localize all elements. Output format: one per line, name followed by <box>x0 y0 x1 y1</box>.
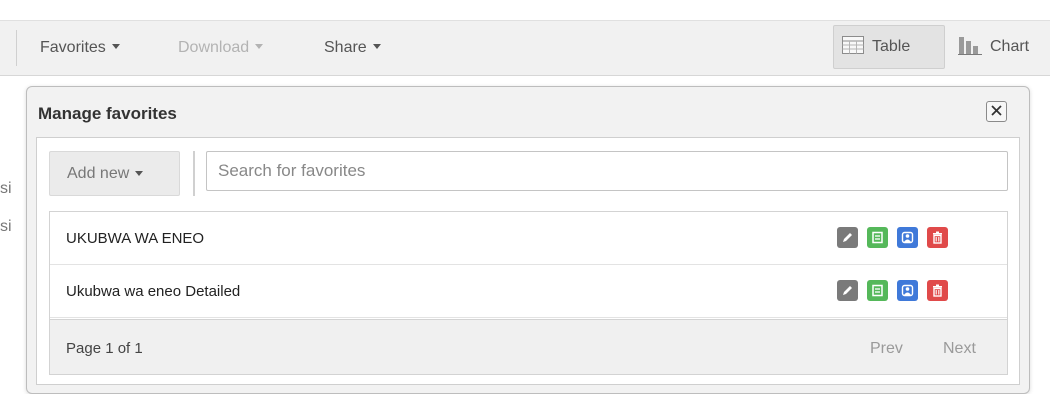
pagination-bar: Page 1 of 1 Prev Next <box>50 319 1007 374</box>
prev-page-link[interactable]: Prev <box>870 340 903 358</box>
row-actions <box>837 280 948 301</box>
app-page: Favorites Download Share Table Chart si … <box>0 0 1050 394</box>
toolbar-divider <box>16 30 17 66</box>
table-icon <box>842 35 864 59</box>
download-menu[interactable]: Download <box>178 39 264 57</box>
favorites-menu[interactable]: Favorites <box>40 39 120 57</box>
search-input[interactable] <box>206 151 1008 191</box>
favorites-list: UKUBWA WA ENEO Ukubwa wa eneo Detailed P… <box>49 211 1008 375</box>
close-icon <box>991 103 1002 121</box>
edit-icon[interactable] <box>837 227 858 248</box>
report-icon[interactable] <box>867 280 888 301</box>
delete-icon[interactable] <box>927 280 948 301</box>
favorite-name: UKUBWA WA ENEO <box>66 230 205 247</box>
page-info: Page 1 of 1 <box>66 340 143 357</box>
chart-view-button[interactable]: Chart <box>950 25 1050 69</box>
edit-icon[interactable] <box>837 280 858 301</box>
list-item[interactable]: Ukubwa wa eneo Detailed <box>50 265 1007 318</box>
table-view-label: Table <box>872 38 911 55</box>
share-menu[interactable]: Share <box>324 39 381 57</box>
add-new-label: Add new <box>67 164 130 182</box>
chevron-down-icon <box>111 44 120 49</box>
favorite-name: Ukubwa wa eneo Detailed <box>66 283 241 300</box>
share-menu-label: Share <box>324 39 367 56</box>
next-page-link[interactable]: Next <box>943 340 976 358</box>
download-menu-label: Download <box>178 39 250 56</box>
close-button[interactable] <box>986 101 1007 122</box>
row-actions <box>837 227 948 248</box>
background-text: si <box>0 218 12 235</box>
chevron-down-icon <box>135 171 144 176</box>
table-view-button[interactable]: Table <box>833 25 945 69</box>
delete-icon[interactable] <box>927 227 948 248</box>
share-user-icon[interactable] <box>897 227 918 248</box>
chart-view-label: Chart <box>990 38 1030 55</box>
report-icon[interactable] <box>867 227 888 248</box>
manage-favorites-dialog: Manage favorites Add new UKUBWA WA ENEO <box>26 86 1030 394</box>
chevron-down-icon <box>255 44 264 49</box>
chart-icon <box>958 35 982 60</box>
dialog-title: Manage favorites <box>38 104 177 123</box>
list-item[interactable]: UKUBWA WA ENEO <box>50 212 1007 265</box>
background-text: si <box>0 180 12 197</box>
share-user-icon[interactable] <box>897 280 918 301</box>
toolbar-separator <box>193 151 195 196</box>
dialog-body: Add new UKUBWA WA ENEO <box>36 137 1020 385</box>
top-toolbar: Favorites Download Share Table Chart <box>0 20 1050 76</box>
chevron-down-icon <box>372 44 381 49</box>
favorites-menu-label: Favorites <box>40 39 106 56</box>
add-new-button[interactable]: Add new <box>49 151 180 196</box>
